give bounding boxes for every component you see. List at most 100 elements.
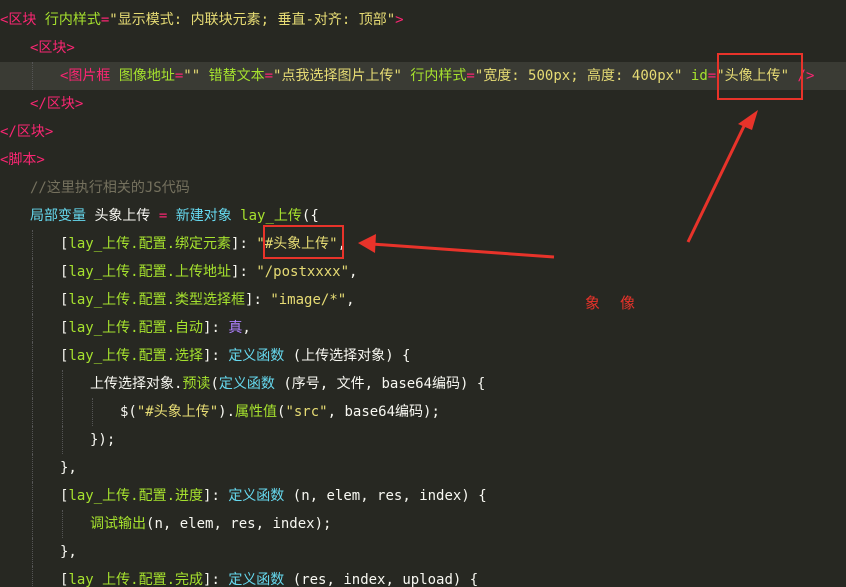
indent-guide — [32, 398, 33, 426]
code-token: ) { — [385, 348, 411, 364]
code-token: ( — [292, 572, 302, 587]
code-token: }, — [60, 460, 77, 476]
code-token: ({ — [301, 208, 319, 224]
indent-guide — [92, 398, 93, 426]
code-token: $( — [120, 404, 137, 420]
indent-guide — [32, 426, 33, 454]
code-token: lay_上传.配置.进度 — [68, 488, 204, 504]
code-content: //这里执行相关的JS代码 — [30, 174, 190, 202]
code-token: 上传选择对象. — [90, 376, 183, 392]
code-token: ( — [283, 376, 292, 392]
code-token: <脚本> — [0, 152, 45, 168]
indent-guide — [32, 258, 33, 286]
code-content: <区块> — [30, 34, 75, 62]
code-content: 调试输出(n, elem, res, index); — [90, 510, 331, 538]
code-token: ]: — [203, 488, 229, 504]
code-token: res, index, upload — [301, 572, 453, 587]
indent-guide — [32, 342, 33, 370]
code-token: lay_上传.配置.自动 — [68, 320, 204, 336]
code-token: 上传选择对象 — [301, 348, 386, 364]
code-token: ]: — [231, 264, 257, 280]
code-token: 定义函数 — [228, 488, 293, 504]
code-token: </区块> — [30, 96, 84, 112]
code-token: n, elem, res, index — [154, 516, 315, 532]
code-line[interactable]: [lay_上传.配置.类型选择框]: "image/*", — [0, 286, 846, 314]
indent-guide — [62, 370, 63, 398]
code-line[interactable]: </区块> — [0, 118, 846, 146]
code-token: , — [327, 404, 345, 420]
code-token: , — [349, 264, 358, 280]
annotation-text: 象像 — [585, 294, 656, 312]
code-token: ); — [423, 404, 440, 420]
code-token: , — [242, 320, 251, 336]
indent-guide — [62, 398, 63, 426]
code-token: 局部变量 — [30, 208, 95, 224]
code-line[interactable]: //这里执行相关的JS代码 — [0, 174, 846, 202]
code-content: <脚本> — [0, 146, 45, 174]
indent-guide — [32, 230, 33, 258]
indent-guide — [32, 62, 33, 90]
code-token: <区块 — [0, 12, 45, 28]
code-line[interactable]: [lay_上传.配置.绑定元素]: "#头象上传", — [0, 230, 846, 258]
code-token: ( — [292, 348, 302, 364]
code-line[interactable]: <区块 行内样式="显示模式: 内联块元素; 垂直-对齐: 顶部"> — [0, 6, 846, 34]
code-token: base64编码 — [344, 404, 424, 420]
code-line[interactable]: [lay_上传.配置.进度]: 定义函数 (n, elem, res, inde… — [0, 482, 846, 510]
code-token: 行内样式 — [44, 12, 101, 28]
code-content: }); — [90, 426, 115, 454]
code-token: ); — [314, 516, 332, 532]
code-token: 新建对象 — [175, 208, 241, 224]
code-token: <图片框 — [60, 68, 119, 84]
code-line[interactable]: [lay_上传.配置.选择]: 定义函数 (上传选择对象) { — [0, 342, 846, 370]
code-line[interactable]: $("#头象上传").属性值("src", base64编码); — [0, 398, 846, 426]
code-token: "宽度: 500px; 高度: 400px" — [474, 68, 691, 84]
code-token: 定义函数 — [228, 572, 293, 587]
code-content: </区块> — [30, 90, 83, 118]
code-token: lay_上传.配置.类型选择框 — [68, 292, 246, 308]
indent-guide — [32, 370, 33, 398]
code-line[interactable]: [lay_上传.配置.自动]: 真, — [0, 314, 846, 342]
code-content: </区块> — [0, 118, 53, 146]
code-content: <区块 行内样式="显示模式: 内联块元素; 垂直-对齐: 顶部"> — [0, 6, 404, 34]
code-token: ) { — [460, 376, 486, 392]
highlight-box-bind-element — [263, 225, 344, 259]
code-content: <图片框 图像地址="" 错替文本="点我选择图片上传" 行内样式="宽度: 5… — [60, 62, 814, 90]
highlight-box-id-attr — [717, 53, 803, 100]
code-token: ( — [292, 488, 302, 504]
code-token: ]: — [231, 236, 257, 252]
code-token: "显示模式: 内联块元素; 垂直-对齐: 顶部" — [109, 12, 396, 28]
code-content: }, — [60, 538, 77, 566]
code-line[interactable]: }, — [0, 454, 846, 482]
code-line[interactable]: 上传选择对象.预读(定义函数 (序号, 文件, base64编码) { — [0, 370, 846, 398]
code-token: //这里执行相关的JS代码 — [30, 180, 190, 196]
code-line[interactable]: [lay_上传.配置.完成]: 定义函数 (res, index, upload… — [0, 566, 846, 587]
code-token: 图像地址 — [118, 68, 175, 84]
code-line[interactable]: }); — [0, 426, 846, 454]
code-token: "" — [183, 68, 209, 84]
code-token: 定义函数 — [228, 348, 293, 364]
code-line[interactable]: }, — [0, 538, 846, 566]
code-line[interactable]: 局部变量 头象上传 = 新建对象 lay_上传({ — [0, 202, 846, 230]
code-token: "点我选择图片上传" — [273, 68, 411, 84]
indent-guide — [32, 538, 33, 566]
code-token: 行内样式 — [410, 68, 467, 84]
indent-guide — [62, 510, 63, 538]
code-token: 定义函数 — [218, 376, 284, 392]
indent-guide — [32, 454, 33, 482]
code-token: n, elem, res, index — [301, 488, 462, 504]
code-token: 调试输出 — [90, 516, 146, 532]
code-line[interactable]: 调试输出(n, elem, res, index); — [0, 510, 846, 538]
code-line[interactable]: <脚本> — [0, 146, 846, 174]
code-token: </区块> — [0, 124, 54, 140]
indent-guide — [32, 482, 33, 510]
code-token: "image/*" — [270, 292, 347, 308]
code-token: ]: — [203, 572, 229, 587]
code-token: ]: — [203, 320, 229, 336]
code-token: }, — [60, 544, 77, 560]
code-token: 真 — [228, 320, 243, 336]
code-token: 属性值 — [235, 404, 278, 420]
indent-guide — [32, 566, 33, 587]
code-line[interactable]: [lay_上传.配置.上传地址]: "/postxxxx", — [0, 258, 846, 286]
code-token: = — [264, 68, 274, 84]
code-token: ]: — [245, 292, 271, 308]
